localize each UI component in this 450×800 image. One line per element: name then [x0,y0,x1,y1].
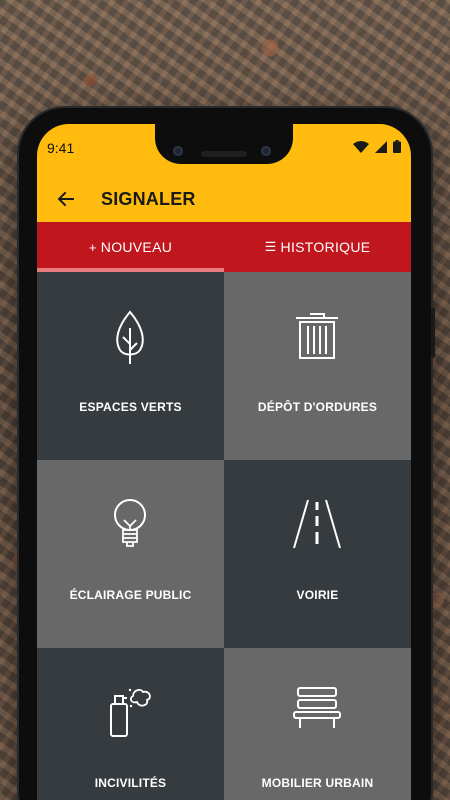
category-mobilier-urbain[interactable]: MOBILIER URBAIN [224,648,411,800]
status-bar: 9:41 [37,124,411,176]
category-label: DÉPÔT D'ORDURES [257,400,378,414]
category-label: ESPACES VERTS [79,400,182,414]
trash-icon [296,313,338,359]
spray-can-icon [110,688,151,737]
category-espaces-verts[interactable]: ESPACES VERTS [37,272,224,460]
category-incivilites[interactable]: INCIVILITÉS [37,648,224,800]
category-label: MOBILIER URBAIN [261,776,374,790]
page-title: SIGNALER [101,189,196,209]
front-camera-icon [173,146,183,156]
category-depot-ordures[interactable]: DÉPÔT D'ORDURES [224,272,411,460]
lightbulb-icon [114,499,146,547]
signal-icon [375,140,387,153]
tab-nouveau[interactable]: + NOUVEAU [37,222,224,272]
category-voirie[interactable]: VOIRIE [224,460,411,648]
plus-icon: + [88,239,97,255]
bench-icon [293,687,341,728]
category-label: ÉCLAIRAGE PUBLIC [69,588,192,602]
category-label: VOIRIE [296,588,339,602]
tab-label: HISTORIQUE [280,239,371,255]
back-arrow-icon[interactable] [55,188,77,210]
tab-bar: + NOUVEAU ☰ HISTORIQUE [37,222,411,272]
category-grid: ESPACES VERTS DÉPÔT D'ORDURES ÉCLAIRAGE … [37,272,411,800]
tab-historique[interactable]: ☰ HISTORIQUE [224,222,411,272]
tab-label: NOUVEAU [100,239,173,255]
list-icon: ☰ [264,239,277,254]
category-label: INCIVILITÉS [94,776,167,790]
app-bar: SIGNALER [37,176,411,222]
phone-side-button [431,308,435,358]
earpiece-speaker [201,151,247,157]
phone-notch [155,124,293,164]
leaf-icon [116,310,144,364]
front-camera-icon [261,146,271,156]
battery-icon [393,140,401,153]
road-icon [293,499,341,549]
category-eclairage-public[interactable]: ÉCLAIRAGE PUBLIC [37,460,224,648]
phone-screen: 9:41 SIGNALER + NOUVEAU ☰ HISTORIQUE ESP… [37,124,411,800]
status-time: 9:41 [47,140,75,156]
wifi-icon [353,140,369,153]
status-icons [353,140,401,153]
